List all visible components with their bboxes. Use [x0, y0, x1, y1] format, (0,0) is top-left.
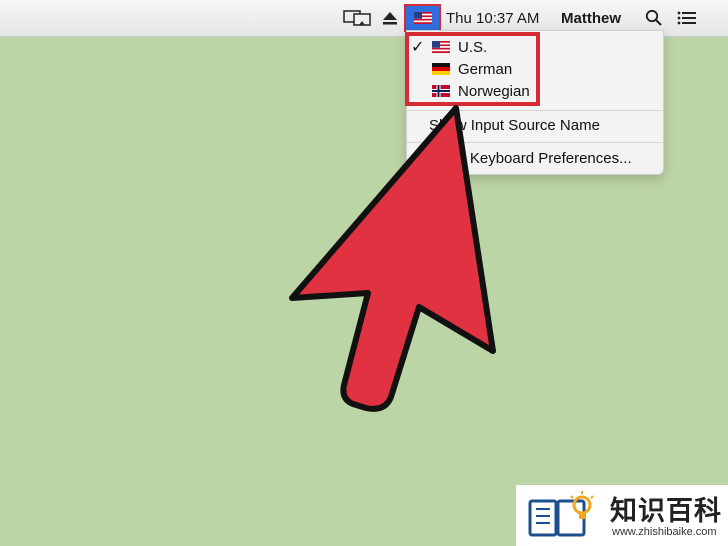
input-source-label: German — [458, 60, 513, 78]
input-source-label: Norwegian — [458, 82, 530, 100]
eject-icon[interactable] — [382, 0, 398, 36]
input-source-dropdown: ✓ U.S. German Norwegian Show Input Sourc — [406, 30, 664, 175]
watermark-title: 知识百科 — [610, 496, 722, 526]
watermark-logo: 知识百科 www.zhishibaike.com — [516, 485, 728, 546]
us-flag-icon — [413, 12, 432, 24]
input-source-menu-button[interactable] — [404, 4, 441, 32]
clock-text: Thu 10:37 AM — [446, 9, 540, 27]
norwegian-flag-icon — [432, 85, 450, 97]
menu-separator — [407, 142, 663, 143]
checkmark-icon: ✓ — [411, 39, 425, 56]
input-source-item-norwegian[interactable]: Norwegian — [407, 80, 663, 102]
us-flag-icon — [432, 41, 450, 53]
open-keyboard-preferences-item[interactable]: Open Keyboard Preferences... — [429, 150, 632, 167]
notification-center-icon[interactable] — [677, 0, 697, 36]
german-flag-icon — [432, 63, 450, 75]
menu-separator — [407, 110, 663, 111]
input-source-item-german[interactable]: German — [407, 58, 663, 80]
show-input-source-name-item[interactable]: Show Input Source Name — [429, 117, 600, 134]
user-name: Matthew — [561, 9, 621, 27]
airplay-display-icon[interactable] — [343, 0, 371, 36]
input-source-label: U.S. — [458, 38, 488, 56]
input-source-item-us[interactable]: ✓ U.S. — [407, 36, 663, 58]
book-lightbulb-icon — [528, 491, 594, 537]
watermark-url: www.zhishibaike.com — [612, 526, 717, 538]
